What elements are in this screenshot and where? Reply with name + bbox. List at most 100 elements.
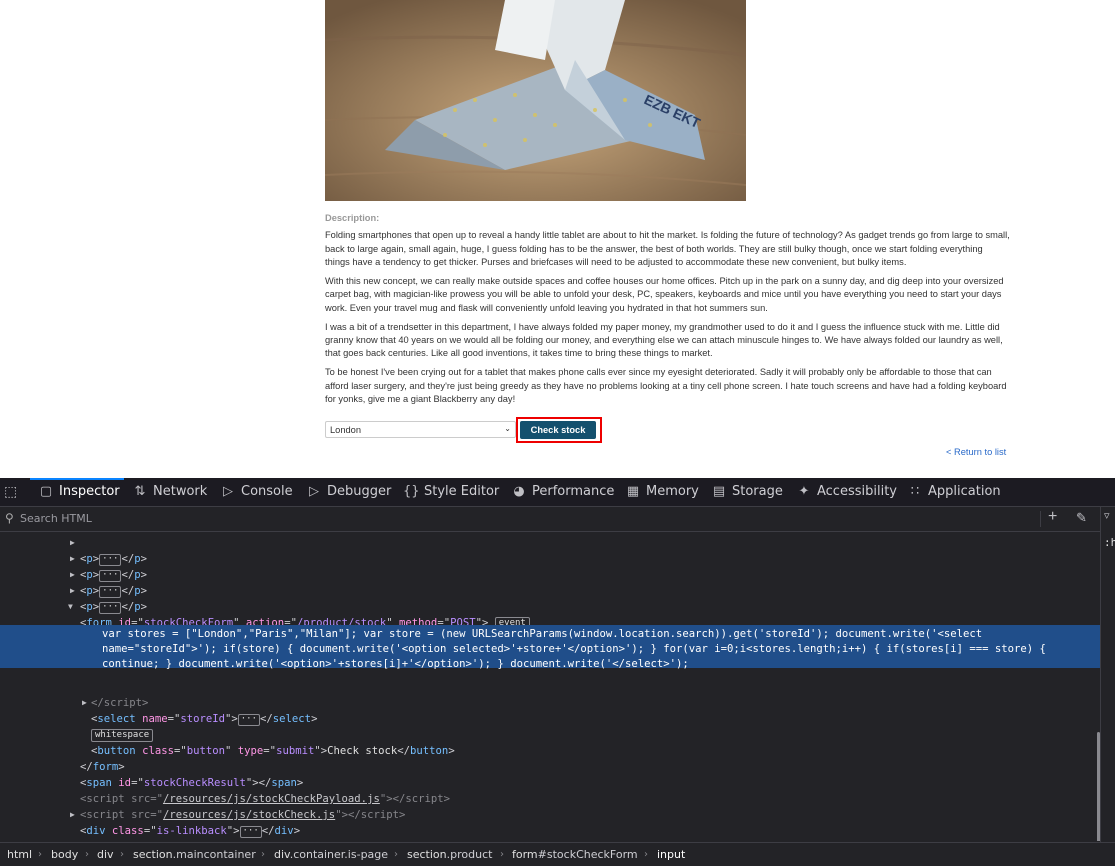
crumb-tag: body	[51, 848, 79, 861]
chevron-right-icon: ›	[394, 849, 398, 860]
store-select[interactable]: London ⌄	[325, 421, 516, 438]
description-paragraph: I was a bit of a trendsetter in this dep…	[325, 321, 1003, 359]
chevron-down-icon: ⌄	[504, 424, 511, 433]
expand-triangle-icon[interactable]: ▶	[70, 583, 75, 599]
markup-node-div[interactable]: ▶ <div class="is-linkback"> ··· </div>	[0, 807, 1100, 838]
tab-memory[interactable]: ▦ Memory	[625, 478, 699, 506]
script-line: var stores = ["London","Paris","Milan"];…	[102, 628, 983, 640]
description-paragraph: With this new concept, we can really mak…	[325, 276, 1004, 313]
html-search-bar: ⚲ Search HTML + ✎	[0, 507, 1100, 532]
expand-triangle-icon[interactable]: ▶	[70, 551, 75, 567]
product-image: EZB EKT	[325, 0, 746, 201]
chevron-right-icon: ›	[120, 849, 124, 860]
markup-node-p[interactable]: ▶ <p> ··· </p>	[0, 551, 1100, 582]
tab-performance[interactable]: ◕ Performance	[511, 478, 614, 506]
console-icon: ▷	[223, 484, 233, 499]
markup-node-p[interactable]: ▶ <p> ··· </p>	[0, 535, 1100, 566]
element-picker-icon[interactable]: ⬚	[4, 483, 22, 501]
collapsed-content-icon[interactable]: ···	[239, 826, 262, 838]
crumb-class: .product	[446, 848, 493, 861]
tab-accessibility[interactable]: ✦ Accessibility	[796, 478, 897, 506]
debugger-icon: ▷	[309, 484, 319, 499]
markup-node-form[interactable]: ▼ <form id="stockCheckForm" action="/prod…	[0, 599, 1100, 630]
breadcrumb-item-selected[interactable]: input	[657, 843, 685, 866]
markup-node-select[interactable]: ▶ <select name="storeId"> ··· </select>	[0, 695, 1100, 726]
markup-node-span[interactable]: <span id="stockCheckResult"></span>	[0, 759, 1100, 789]
return-to-list-link[interactable]: < Return to list	[946, 447, 1006, 457]
tab-application[interactable]: ∷ Application	[907, 478, 1001, 506]
collapse-triangle-icon[interactable]: ▼	[68, 599, 73, 615]
tag-name: div	[86, 825, 106, 837]
chevron-right-icon: ›	[644, 849, 648, 860]
tab-style-editor[interactable]: {} Style Editor	[403, 478, 499, 506]
markup-scrollbar[interactable]	[1097, 732, 1100, 841]
script-line: name="storeId">'); if(store) { document.…	[102, 643, 1046, 655]
crumb-tag: form	[512, 848, 538, 861]
script-line: continue; } document.write('<option>'+st…	[102, 658, 689, 670]
description-label: Description:	[325, 213, 380, 223]
crumb-tag: div	[274, 848, 290, 861]
markup-whitespace-node: whitespace	[0, 711, 1100, 742]
markup-node-p[interactable]: ▶ <p> ··· </p>	[0, 567, 1100, 598]
filter-icon[interactable]: ▿	[1104, 509, 1110, 522]
markup-node-script-close: </script>	[91, 697, 149, 709]
divider	[1040, 511, 1041, 527]
breadcrumb-item[interactable]: body	[51, 843, 78, 866]
breadcrumb-item[interactable]: section.maincontainer	[133, 843, 256, 866]
storage-icon: ▤	[712, 484, 726, 499]
store-select-value: London	[330, 425, 362, 435]
breadcrumb-item[interactable]: div	[97, 843, 114, 866]
crumb-tag: section	[133, 848, 173, 861]
expand-triangle-icon[interactable]: ▶	[70, 807, 75, 823]
markup-node-script-src[interactable]: <script src="/resources/js/stockCheck.js…	[0, 791, 1100, 821]
description-paragraph: To be honest I've been crying out for a …	[325, 367, 1007, 405]
breadcrumb-item[interactable]: html	[7, 843, 32, 866]
tab-network[interactable]: ⇅ Network	[132, 478, 208, 506]
eyedropper-icon[interactable]: ✎	[1076, 510, 1087, 526]
expand-triangle-icon[interactable]: ▶	[70, 567, 75, 583]
crumb-class: .maincontainer	[172, 848, 256, 861]
tab-label: Inspector	[59, 484, 120, 499]
tab-label: Accessibility	[817, 484, 897, 499]
markup-node-p[interactable]: ▶ <p> ··· </p>	[0, 583, 1100, 614]
attr-value: is-linkback	[156, 825, 227, 837]
crumb-tag: html	[7, 848, 33, 861]
markup-view: ▶ <p> ··· </p> ▶ <p> ··· </p> ▶ <p> ··· </p> ▶ <p>…	[0, 532, 1100, 841]
accessibility-icon: ✦	[798, 484, 810, 499]
tab-label: Debugger	[327, 484, 392, 499]
markup-node-script-src[interactable]: <script src="/resources/js/stockCheckPay…	[0, 775, 1100, 805]
tab-inspector[interactable]: ▢ Inspector	[38, 478, 120, 506]
performance-icon: ◕	[513, 484, 525, 499]
breadcrumb-item[interactable]: div.container.is-page	[274, 843, 388, 866]
tab-console[interactable]: ▷ Console	[220, 478, 293, 506]
expand-triangle-icon[interactable]: ▶	[82, 695, 87, 711]
tab-label: Console	[241, 484, 293, 499]
crumb-tag: input	[657, 848, 686, 861]
markup-node-button[interactable]: <button class="button" type="submit">Che…	[0, 727, 1100, 757]
crumb-tag: section	[407, 848, 447, 861]
search-icon: ⚲	[5, 511, 14, 525]
memory-icon: ▦	[626, 484, 640, 499]
inspector-icon: ▢	[39, 484, 53, 499]
chevron-right-icon: ›	[38, 849, 42, 860]
tab-label: Performance	[532, 484, 615, 499]
search-html-input[interactable]: Search HTML	[20, 512, 92, 525]
application-icon: ∷	[910, 484, 920, 499]
add-node-icon[interactable]: +	[1048, 508, 1057, 526]
markup-node-form-close: </form>	[80, 761, 125, 773]
expand-triangle-icon[interactable]: ▶	[70, 535, 75, 551]
check-stock-button[interactable]: Check stock	[520, 421, 596, 439]
tab-label: Network	[153, 484, 208, 499]
network-icon: ⇅	[134, 484, 146, 499]
crumb-class: #stockCheckForm	[537, 848, 638, 861]
tab-debugger[interactable]: ▷ Debugger	[306, 478, 391, 506]
hover-pseudo-toggle[interactable]: :h	[1104, 536, 1115, 549]
tab-label: Style Editor	[424, 484, 500, 499]
script-source-text: var stores = ["London","Paris","Milan"];…	[102, 627, 1092, 672]
tab-storage[interactable]: ▤ Storage	[711, 478, 783, 506]
crumb-tag: div	[97, 848, 114, 861]
attr-name: class	[111, 825, 144, 837]
breadcrumb-item[interactable]: form#stockCheckForm	[512, 843, 638, 866]
breadcrumb-item[interactable]: section.product	[407, 843, 492, 866]
tab-label: Memory	[646, 484, 699, 499]
